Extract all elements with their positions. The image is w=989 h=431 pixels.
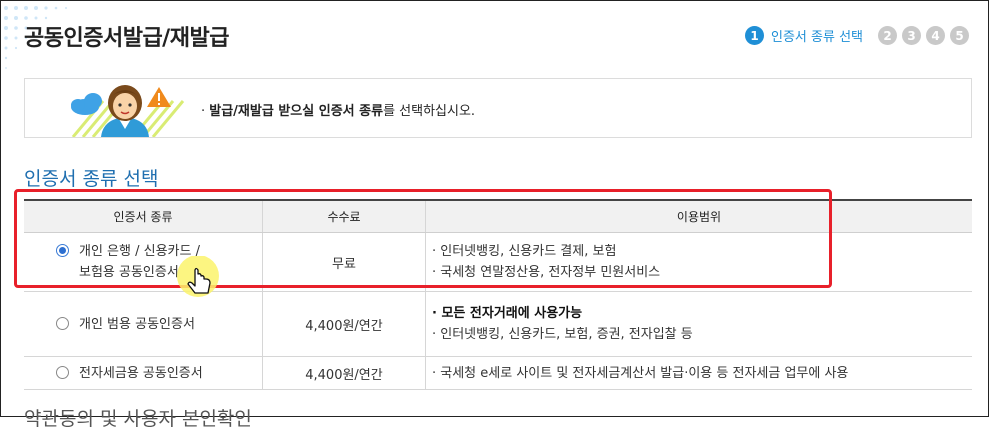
step-1-badge: 1 <box>745 26 764 45</box>
cert-type-label[interactable]: 전자세금용 공동인증서 <box>79 363 203 384</box>
radio-personal-general[interactable] <box>56 316 69 330</box>
usage-cell: 국세청 e세로 사이트 및 전자세금계산서 발급·이용 등 전자세금 업무에 사… <box>425 356 972 390</box>
step-indicator: 1 인증서 종류 선택 2 3 4 5 <box>745 26 969 45</box>
usage-cell: 모든 전자거래에 사용가능 인터넷뱅킹, 신용카드, 보험, 증권, 전자입찰 … <box>425 291 972 357</box>
warning-icon <box>147 87 171 107</box>
section-title: 인증서 종류 선택 <box>24 168 159 190</box>
next-section-title: 약관동의 및 사용자 본인확인 <box>24 408 252 430</box>
cert-type-cell[interactable]: 전자세금용 공동인증서 <box>24 356 263 390</box>
usage-item: 인터넷뱅킹, 신용카드, 보험, 증권, 전자입찰 등 <box>432 324 971 345</box>
table-row[interactable]: 개인 범용 공동인증서 4,400원/연간 모든 전자거래에 사용가능 인터넷뱅… <box>24 291 972 357</box>
cert-type-cell[interactable]: 개인 범용 공동인증서 <box>24 291 263 357</box>
step-3-badge: 3 <box>902 26 921 45</box>
step-5-badge: 5 <box>950 26 969 45</box>
radio-e-tax[interactable] <box>56 365 69 379</box>
table-row[interactable]: 전자세금용 공동인증서 4,400원/연간 국세청 e세로 사이트 및 전자세금… <box>24 356 972 390</box>
notice-text-bold: 발급/재발급 받으실 인증서 종류 <box>209 104 384 119</box>
fee-cell: 4,400원/연간 <box>262 356 426 390</box>
hand-pointer-icon <box>177 256 219 297</box>
notice-text: · 발급/재발급 받으실 인증서 종류를 선택하십시오. <box>201 104 476 119</box>
cloud-icon <box>71 93 102 115</box>
notice-text-rest: 를 선택하십시오. <box>383 104 476 119</box>
notice-illustration <box>71 85 185 137</box>
step-1-label: 인증서 종류 선택 <box>771 30 863 45</box>
cert-type-label[interactable]: 개인 범용 공동인증서 <box>79 314 195 335</box>
notice-box: · 발급/재발급 받으실 인증서 종류를 선택하십시오. <box>24 78 972 138</box>
usage-item-bold: 모든 전자거래에 사용가능 <box>432 303 971 324</box>
fee-cell: 4,400원/연간 <box>262 291 426 357</box>
page-title: 공동인증서발급/재발급 <box>24 26 229 51</box>
person-illustration <box>101 85 149 137</box>
step-4-badge: 4 <box>926 26 945 45</box>
highlight-annotation-box <box>14 189 832 288</box>
usage-item: 국세청 e세로 사이트 및 전자세금계산서 발급·이용 등 전자세금 업무에 사… <box>432 363 971 384</box>
step-2-badge: 2 <box>878 26 897 45</box>
